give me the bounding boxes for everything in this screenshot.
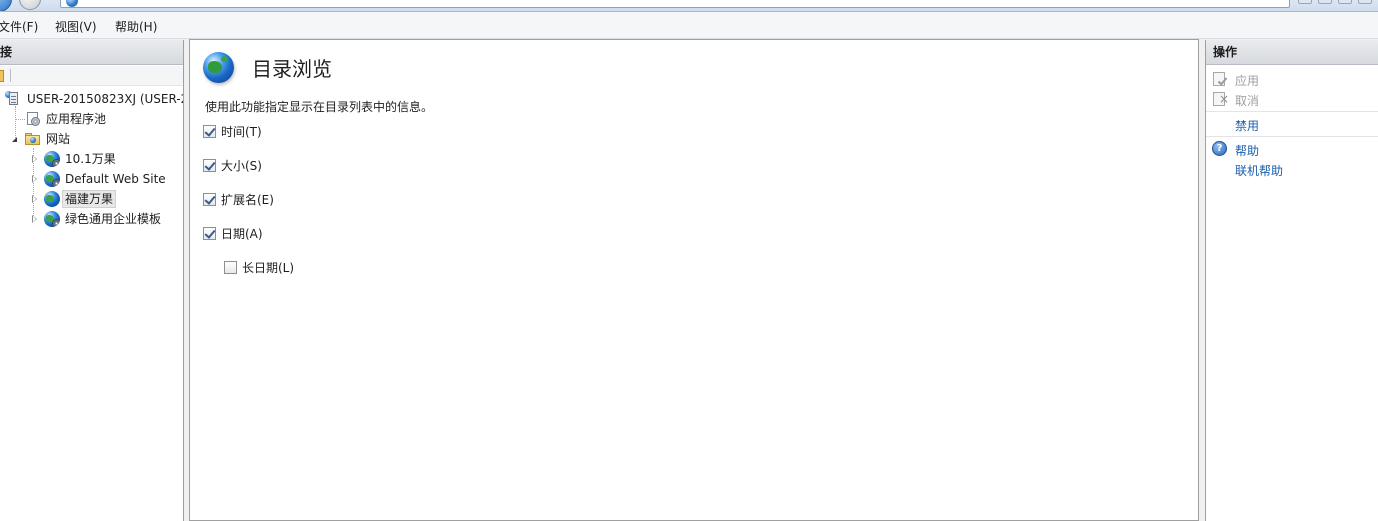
expand-arrow-icon[interactable] (32, 175, 37, 183)
online-help-action[interactable]: 联机帮助 (1235, 162, 1283, 179)
menu-view[interactable]: 视图(V) (55, 18, 97, 35)
checkbox-label: 时间(T) (221, 125, 262, 139)
tree-label-site: 10.1万果 (65, 152, 116, 166)
tree-node-sites[interactable]: 网站 (0, 129, 183, 149)
help-action[interactable]: 帮助 (1235, 142, 1259, 159)
tree-node-site[interactable]: 绿色通用企业模板 (0, 209, 183, 229)
cancel-icon (1213, 92, 1229, 106)
connections-pane: 连接 USER-20150823XJ (USER-2 应用程序池 网站 10.1… (0, 40, 184, 521)
address-bar-strip (0, 0, 1378, 12)
expand-arrow-icon[interactable] (32, 215, 37, 223)
menu-file[interactable]: 文件(F) (0, 18, 38, 35)
checkbox[interactable] (203, 227, 216, 240)
checkbox[interactable] (203, 159, 216, 172)
checkbox-label: 扩展名(E) (221, 193, 274, 207)
tree-node-app-pools[interactable]: 应用程序池 (0, 109, 183, 129)
actions-pane: 操作 应用 取消 禁用 ? 帮助 联机帮助 (1205, 40, 1378, 521)
website-globe-icon (44, 151, 60, 167)
address-input[interactable] (60, 0, 1290, 8)
main-content: 目录浏览 使用此功能指定显示在目录列表中的信息。 时间(T) 大小(S) 扩展名… (189, 39, 1199, 521)
tree-label-server: USER-20150823XJ (USER-2 (27, 92, 184, 106)
restore-button[interactable] (1338, 0, 1352, 4)
page-title: 目录浏览 (252, 57, 332, 81)
tree-node-site[interactable]: Default Web Site (0, 169, 183, 189)
menu-bar: 文件(F) 视图(V) 帮助(H) (0, 12, 1378, 39)
page-description: 使用此功能指定显示在目录列表中的信息。 (205, 100, 434, 114)
connections-header-label: 连接 (0, 45, 13, 59)
forward-button[interactable] (19, 0, 41, 10)
sites-folder-icon (25, 132, 41, 146)
tree-label-site: 福建万果 (62, 190, 117, 208)
minimize-button[interactable] (1298, 0, 1312, 4)
actions-separator (1206, 136, 1378, 137)
connections-header: 连接 (0, 40, 183, 65)
tree-node-server[interactable]: USER-20150823XJ (USER-2 (0, 89, 184, 109)
expand-arrow-icon[interactable] (12, 137, 17, 142)
close-button[interactable] (1358, 0, 1372, 4)
checkbox[interactable] (203, 193, 216, 206)
cancel-action[interactable]: 取消 (1235, 92, 1259, 109)
help-icon: ? (1212, 141, 1227, 156)
checkbox[interactable] (203, 125, 216, 138)
checkbox-label: 日期(A) (221, 227, 263, 241)
connect-icon[interactable] (0, 70, 4, 82)
website-globe-icon (44, 211, 60, 227)
app-pool-icon (25, 111, 41, 127)
tree-label-site: Default Web Site (65, 172, 166, 186)
tree-node-site[interactable]: 10.1万果 (0, 149, 183, 169)
disable-action[interactable]: 禁用 (1235, 117, 1259, 134)
maximize-button[interactable] (1318, 0, 1332, 4)
checkbox-label: 长日期(L) (242, 261, 295, 275)
toolbar-separator (10, 69, 11, 82)
tree-label-app-pools: 应用程序池 (46, 112, 107, 126)
expand-arrow-icon[interactable] (32, 155, 37, 163)
website-globe-icon (44, 191, 60, 207)
actions-header: 操作 (1206, 40, 1378, 65)
actions-separator (1206, 111, 1378, 112)
checkbox[interactable] (224, 261, 237, 274)
back-button[interactable] (0, 0, 12, 11)
connections-toolbar (0, 66, 183, 86)
menu-help[interactable]: 帮助(H) (115, 18, 157, 35)
directory-browsing-globe-icon (203, 52, 234, 83)
apply-icon (1213, 72, 1225, 86)
website-globe-icon (44, 171, 60, 187)
apply-action[interactable]: 应用 (1235, 72, 1259, 89)
tree-label-sites: 网站 (46, 132, 71, 146)
tree-node-site-selected[interactable]: 福建万果 (0, 189, 183, 209)
checkbox-label: 大小(S) (221, 159, 262, 173)
tree-label-site: 绿色通用企业模板 (65, 212, 162, 226)
expand-arrow-icon[interactable] (32, 195, 37, 203)
server-icon (5, 91, 19, 106)
